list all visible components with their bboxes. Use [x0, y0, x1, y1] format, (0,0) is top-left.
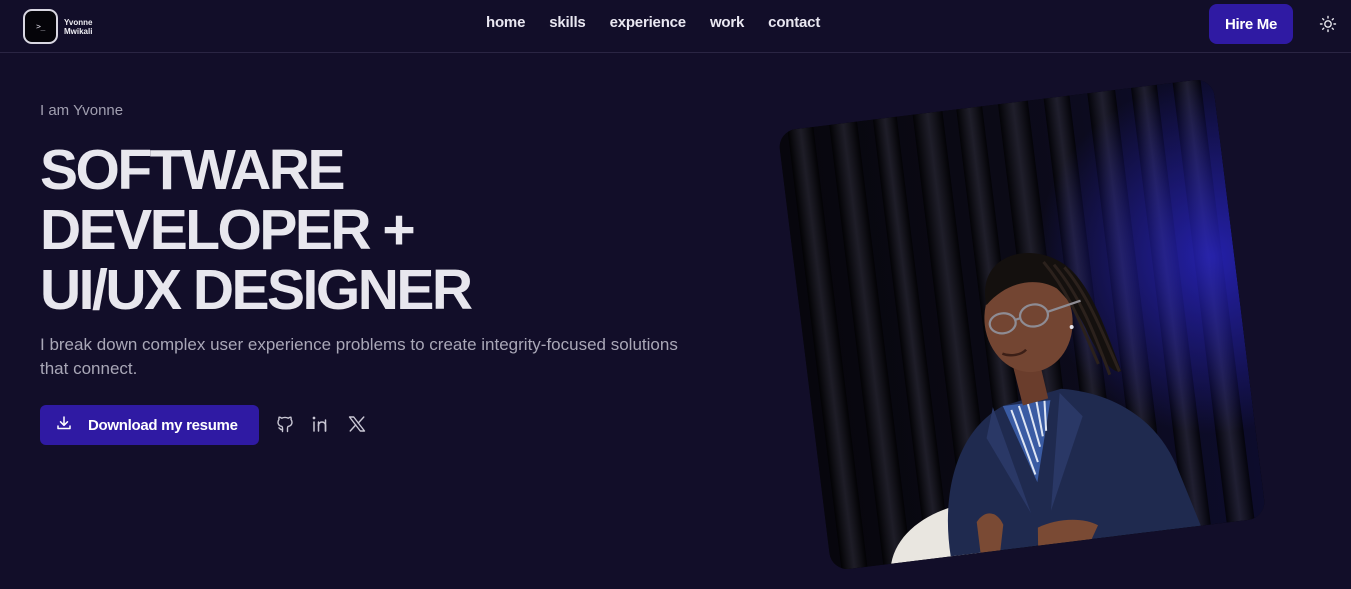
- logo-name-last: Mwikali: [64, 26, 93, 36]
- social-links: [275, 414, 367, 434]
- navbar: >_ Yvonne Mwikali home skills experience…: [0, 0, 1351, 53]
- hire-me-button[interactable]: Hire Me: [1209, 4, 1293, 44]
- x-icon[interactable]: [347, 414, 367, 434]
- download-resume-button[interactable]: Download my resume: [40, 405, 259, 445]
- linkedin-icon[interactable]: [311, 414, 331, 434]
- sun-icon[interactable]: [1319, 15, 1337, 33]
- github-icon[interactable]: [275, 414, 295, 434]
- nav-link-home[interactable]: home: [486, 14, 525, 31]
- hero-title: SOFTWARE DEVELOPER + UI/UX DESIGNER: [40, 138, 473, 322]
- download-icon: [56, 415, 72, 435]
- nav-link-work[interactable]: work: [710, 14, 744, 31]
- logo[interactable]: >_ Yvonne Mwikali: [23, 9, 92, 44]
- hero-title-line-3: UI/UX DESIGNER: [40, 258, 473, 322]
- hero-title-line-2: DEVELOPER +: [40, 198, 416, 262]
- logo-name-first: Yvonne: [64, 17, 93, 27]
- hero-description: I break down complex user experience pro…: [40, 335, 678, 378]
- nav-link-skills[interactable]: skills: [549, 14, 586, 31]
- hero-title-line-1: SOFTWARE: [40, 138, 345, 202]
- profile-photo: [777, 77, 1267, 572]
- main-nav: home skills experience work contact: [486, 14, 820, 31]
- profile-photo-illustration: [777, 77, 1267, 572]
- nav-link-contact[interactable]: contact: [768, 14, 820, 31]
- download-resume-label: Download my resume: [88, 416, 238, 434]
- hero-intro: I am Yvonne: [40, 102, 124, 119]
- nav-link-experience[interactable]: experience: [610, 14, 687, 31]
- logo-text: Yvonne Mwikali: [64, 18, 92, 36]
- terminal-icon: >_: [23, 9, 58, 44]
